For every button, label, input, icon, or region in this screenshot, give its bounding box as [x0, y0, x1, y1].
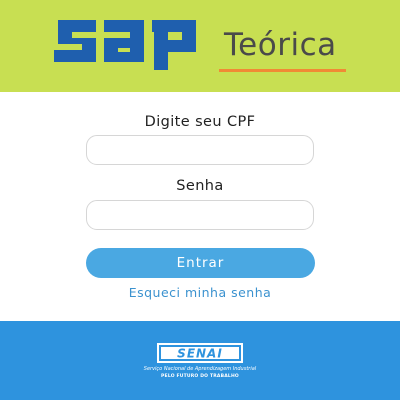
senai-tagline: Serviço Nacional de Aprendizagem Industr… [143, 366, 257, 372]
product-title: Teórica [224, 27, 337, 63]
forgot-password-link[interactable]: Esqueci minha senha [0, 285, 400, 300]
login-button[interactable]: Entrar [86, 248, 315, 278]
title-underline [219, 69, 346, 72]
cpf-label: Digite seu CPF [144, 114, 256, 130]
senai-logo: SENAI [157, 343, 243, 363]
footer-bar: SENAI Serviço Nacional de Aprendizagem I… [0, 321, 400, 400]
cpf-input[interactable] [86, 135, 314, 165]
password-label: Senha [176, 178, 224, 194]
header-bar: Teórica [0, 0, 400, 92]
sap-logo [54, 20, 196, 70]
senai-slogan: PELO FUTURO DO TRABALHO [161, 374, 239, 379]
password-input[interactable] [86, 200, 314, 230]
svg-text:SENAI: SENAI [177, 347, 223, 361]
login-form: Digite seu CPF Senha Entrar Esqueci minh… [0, 92, 400, 321]
